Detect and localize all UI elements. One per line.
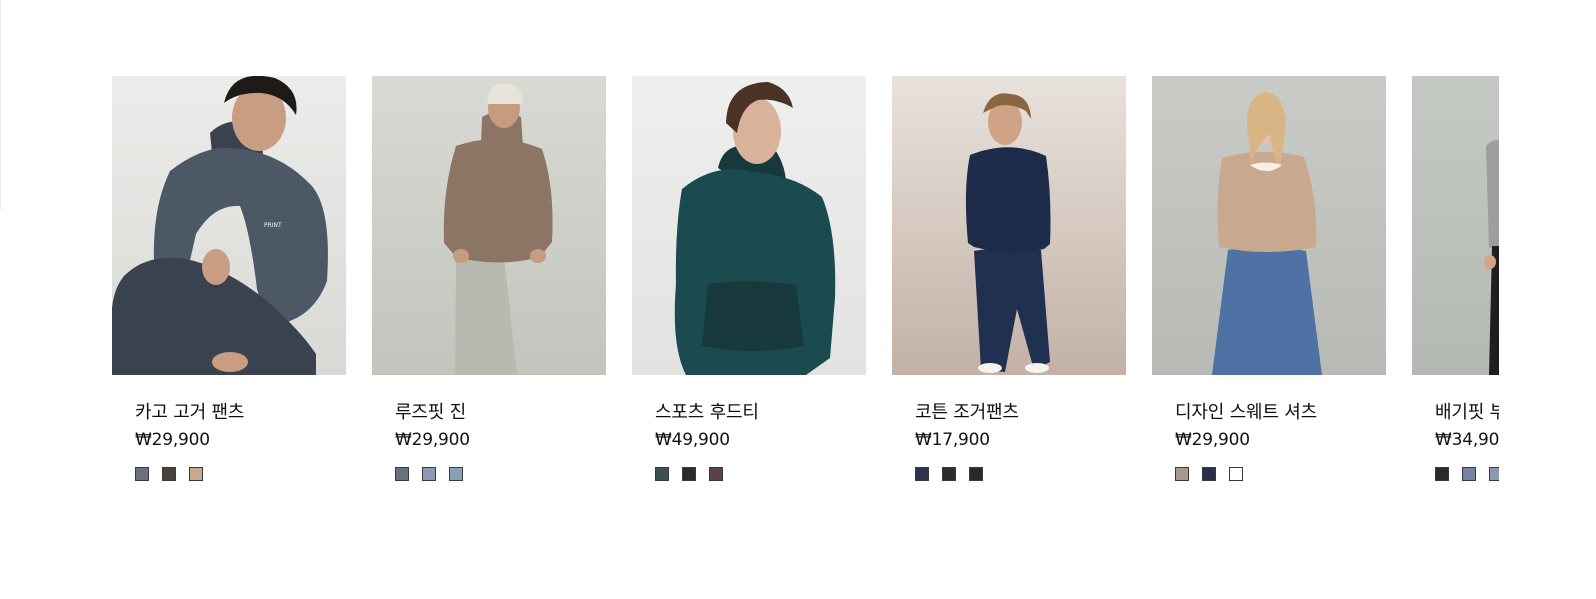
product-price: ₩17,900: [915, 430, 990, 450]
color-swatch[interactable]: [1175, 467, 1189, 481]
product-carousel-track: PRINT 카고 고거 팬츠 ₩29,900 루즈핏 진 ₩29,900 스포츠…: [112, 76, 1499, 481]
product-image[interactable]: [892, 76, 1126, 375]
color-swatch[interactable]: [189, 467, 203, 481]
product-meta: 디자인 스웨트 셔츠 ₩29,900: [1152, 401, 1386, 481]
color-swatch[interactable]: [1489, 467, 1499, 481]
color-swatch-group: [395, 467, 606, 481]
product-price: ₩29,900: [395, 430, 470, 450]
color-swatch[interactable]: [655, 467, 669, 481]
product-meta: 루즈핏 진 ₩29,900: [372, 401, 606, 481]
color-swatch[interactable]: [1202, 467, 1216, 481]
hand-shape: [202, 249, 230, 285]
product-card[interactable]: 스포츠 후드티 ₩49,900: [632, 76, 866, 481]
product-card[interactable]: 디자인 스웨트 셔츠 ₩29,900: [1152, 76, 1386, 481]
product-meta: 코튼 조거팬츠 ₩17,900: [892, 401, 1126, 481]
color-swatch[interactable]: [915, 467, 929, 481]
product-name[interactable]: 배기핏 부: [1435, 401, 1499, 425]
color-swatch-group: [655, 467, 866, 481]
product-image[interactable]: PRINT: [112, 76, 346, 375]
color-swatch[interactable]: [1462, 467, 1476, 481]
pocket-shape: [702, 281, 804, 351]
page-edge-divider: [0, 0, 1, 210]
color-swatch[interactable]: [1435, 467, 1449, 481]
color-swatch[interactable]: [709, 467, 723, 481]
color-swatch-group: [915, 467, 1126, 481]
sweatshirt-shape: [965, 147, 1051, 253]
product-image[interactable]: [372, 76, 606, 375]
product-meta: 카고 고거 팬츠 ₩29,900: [112, 401, 346, 481]
hand-shape: [530, 249, 546, 263]
color-swatch[interactable]: [449, 467, 463, 481]
hand-shape: [212, 352, 248, 372]
product-image[interactable]: [1152, 76, 1386, 375]
color-swatch[interactable]: [942, 467, 956, 481]
product-name[interactable]: 디자인 스웨트 셔츠: [1175, 401, 1386, 425]
jeans-shape: [1212, 246, 1322, 375]
color-swatch[interactable]: [682, 467, 696, 481]
color-swatch[interactable]: [395, 467, 409, 481]
color-swatch[interactable]: [1229, 467, 1243, 481]
product-name[interactable]: 카고 고거 팬츠: [135, 401, 346, 425]
product-carousel[interactable]: PRINT 카고 고거 팬츠 ₩29,900 루즈핏 진 ₩29,900 스포츠…: [112, 76, 1499, 496]
product-image[interactable]: [1412, 76, 1499, 375]
hand-shape: [1484, 255, 1496, 269]
sweatshirt-shape: [443, 139, 553, 263]
product-card[interactable]: 배기핏 부 ₩34,900: [1412, 76, 1499, 481]
color-swatch[interactable]: [162, 467, 176, 481]
product-name[interactable]: 코튼 조거팬츠: [915, 401, 1126, 425]
color-swatch[interactable]: [969, 467, 983, 481]
product-card[interactable]: PRINT 카고 고거 팬츠 ₩29,900: [112, 76, 346, 481]
svg-text:PRINT: PRINT: [264, 222, 282, 229]
shoe-shape: [978, 363, 1002, 373]
product-meta: 스포츠 후드티 ₩49,900: [632, 401, 866, 481]
product-card[interactable]: 루즈핏 진 ₩29,900: [372, 76, 606, 481]
product-image[interactable]: [632, 76, 866, 375]
product-price: ₩49,900: [655, 430, 730, 450]
color-swatch-group: [135, 467, 346, 481]
product-card[interactable]: 코튼 조거팬츠 ₩17,900: [892, 76, 1126, 481]
product-meta: 배기핏 부 ₩34,900: [1412, 401, 1499, 481]
hand-shape: [453, 249, 469, 263]
shoe-shape: [1025, 363, 1049, 373]
product-name[interactable]: 루즈핏 진: [395, 401, 606, 425]
product-price: ₩29,900: [1175, 430, 1250, 450]
color-swatch-group: [1175, 467, 1386, 481]
color-swatch[interactable]: [135, 467, 149, 481]
product-name[interactable]: 스포츠 후드티: [655, 401, 866, 425]
product-price: ₩34,900: [1435, 430, 1499, 450]
color-swatch[interactable]: [422, 467, 436, 481]
product-price: ₩29,900: [135, 430, 210, 450]
color-swatch-group: [1435, 467, 1499, 481]
